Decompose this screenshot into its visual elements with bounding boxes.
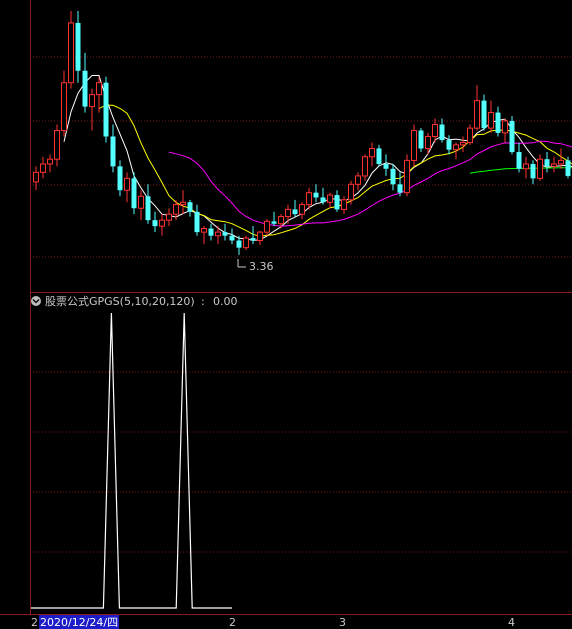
candle-body [138, 195, 144, 209]
candle-body [446, 140, 452, 150]
candle-10 [103, 76, 109, 143]
candle-body [460, 141, 466, 146]
low-price-label: 3.36 [249, 260, 274, 273]
candle-body [47, 158, 53, 165]
candle-body [327, 194, 333, 203]
candle-body [404, 159, 410, 194]
candle-body [96, 82, 102, 96]
axis-label-3: 3 [339, 616, 346, 629]
candle-body [306, 192, 312, 206]
candle-body [103, 82, 109, 137]
candle-body [558, 159, 564, 165]
candle-body [383, 163, 389, 169]
candle-body [257, 231, 263, 241]
candle-body [523, 163, 529, 170]
candle-body [341, 199, 347, 210]
axis-label-1: 2 [31, 616, 38, 629]
candle-body [201, 228, 207, 233]
candle-body [208, 228, 214, 236]
candle-30 [243, 235, 249, 251]
candle-body [159, 219, 165, 227]
candle-body [467, 127, 473, 143]
candle-body [40, 163, 46, 173]
candle-body [313, 192, 319, 198]
candle-body [453, 144, 459, 151]
candle-body [348, 183, 354, 201]
candle-body [75, 22, 81, 71]
candle-body [299, 204, 305, 215]
candle-body [82, 70, 88, 107]
candle-body [271, 221, 277, 224]
candle-body [250, 238, 256, 241]
candle-body [131, 178, 137, 209]
candle-body [124, 177, 130, 191]
candle-14 [131, 172, 137, 215]
selected-date: 2020/12/24/四 [40, 616, 118, 629]
candle-body [68, 22, 74, 84]
candle-54 [411, 124, 417, 167]
candle-68 [509, 116, 515, 155]
candle-body [33, 171, 39, 183]
candle-body [418, 130, 424, 149]
candle-body [110, 136, 116, 167]
candle-body [397, 184, 403, 193]
candle-body [544, 159, 550, 167]
candle-body [292, 209, 298, 215]
candle-body [425, 135, 431, 149]
candle-55 [418, 128, 424, 153]
candle-body [565, 160, 571, 176]
candle-body [355, 175, 361, 185]
candle-body [278, 216, 284, 225]
candle-body [432, 124, 438, 137]
candle-body [369, 147, 375, 158]
candle-body [488, 112, 494, 129]
indicator-separator: : [201, 295, 205, 308]
candle-body [180, 201, 186, 206]
candle-body [537, 158, 543, 179]
candle-body [530, 163, 536, 179]
collapse-icon[interactable] [31, 296, 41, 306]
stock-chart[interactable]: 3.36 股票公式GPGS(5,10,20,120) : 0.00 2 2020… [0, 0, 572, 629]
candle-body [243, 237, 249, 249]
candle-body [145, 196, 151, 221]
candle-body [439, 124, 445, 141]
candle-body [236, 240, 242, 248]
candle-body [551, 163, 557, 167]
candle-body [362, 156, 368, 177]
candle-body [334, 195, 340, 210]
candle-body [481, 100, 487, 129]
candle-5 [68, 10, 74, 89]
candle-body [54, 130, 60, 160]
candle-body [285, 208, 291, 218]
candle-body [173, 204, 179, 215]
candle-body [152, 220, 158, 227]
candle-body [215, 231, 221, 237]
candle-body [474, 100, 480, 129]
candle-body [187, 202, 193, 212]
candle-body [117, 166, 123, 191]
candle-body [516, 152, 522, 169]
candle-body [264, 220, 270, 233]
axis-label-2: 2 [229, 616, 236, 629]
candle-body [509, 120, 515, 153]
candle-body [495, 112, 501, 133]
candle-body [320, 197, 326, 203]
candle-body [222, 232, 228, 236]
candle-body [194, 211, 200, 233]
candle-body [376, 148, 382, 164]
candle-body [61, 82, 67, 132]
candle-body [502, 120, 508, 134]
candle-body [390, 168, 396, 185]
candle-53 [404, 154, 410, 197]
indicator-name: 股票公式GPGS(5,10,20,120) [45, 295, 195, 308]
indicator-value: 0.00 [213, 295, 238, 308]
candle-body [166, 213, 172, 221]
candle-body [89, 94, 95, 108]
axis-label-4: 4 [508, 616, 515, 629]
candle-body [411, 130, 417, 161]
candle-body [229, 235, 235, 241]
